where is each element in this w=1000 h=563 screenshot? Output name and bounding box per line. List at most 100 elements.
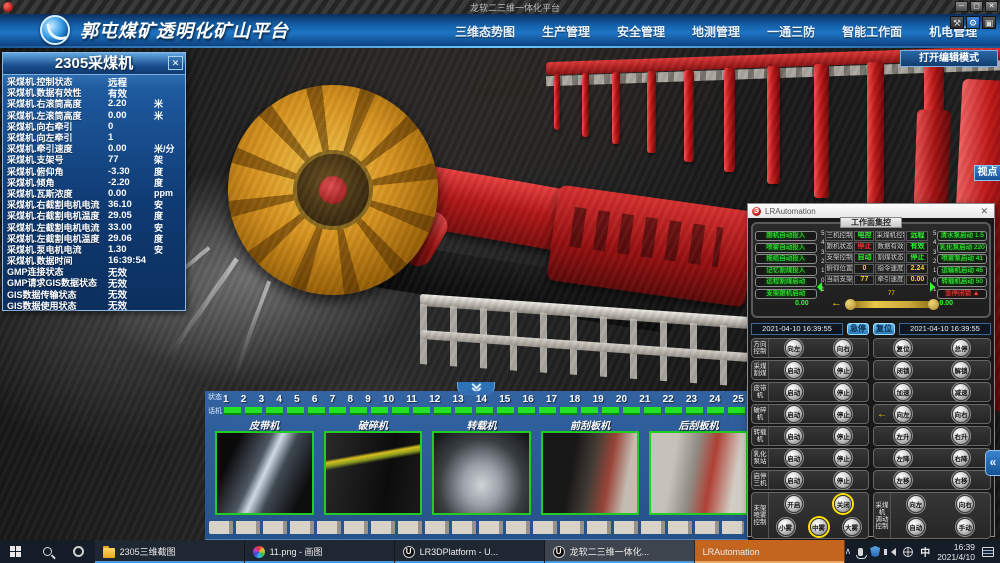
collapse-side-tab[interactable]: « [985, 450, 1000, 476]
control-button[interactable]: 左降 [894, 449, 912, 467]
control-button[interactable]: 启动 [785, 471, 803, 489]
control-button[interactable]: 右升 [952, 427, 970, 445]
search-button[interactable] [32, 540, 64, 563]
camera-thumbnail[interactable] [215, 431, 314, 515]
microphone-icon[interactable] [858, 548, 863, 556]
channel-indicator[interactable] [287, 407, 304, 415]
channel-indicator[interactable] [539, 407, 556, 415]
taskbar-app[interactable]: U LR3DPlatform - U... [395, 540, 545, 563]
command-button[interactable]: 清水泵启动 1.5 [937, 231, 987, 241]
command-button[interactable]: 乳化泵启动 220 [937, 243, 987, 253]
shearer-position-slider[interactable] [849, 301, 935, 308]
channel-indicator[interactable] [476, 407, 493, 415]
channel-indicator[interactable] [581, 407, 598, 415]
viewpoint-tab[interactable]: 视点 [974, 165, 1000, 181]
nav-item[interactable]: 生产管理 [542, 23, 590, 40]
edit-mode-button[interactable]: 打开编辑模式 [900, 50, 998, 67]
control-button[interactable]: 左移 [894, 471, 912, 489]
control-button[interactable]: 右移 [952, 471, 970, 489]
control-button[interactable]: 停止 [834, 361, 852, 379]
channel-indicator[interactable] [245, 407, 262, 415]
control-button[interactable]: 启动 [785, 383, 803, 401]
control-button[interactable]: 向左 [894, 405, 912, 423]
channel-indicator[interactable] [644, 407, 661, 415]
gear-icon[interactable]: ⚙ [966, 16, 980, 29]
control-button[interactable]: 加速 [894, 383, 912, 401]
taskbar-app[interactable]: 2305三维截图 [95, 540, 245, 563]
fullscreen-icon[interactable]: ▣ [982, 16, 996, 29]
channel-indicator[interactable] [623, 407, 640, 415]
nav-item[interactable]: 三维态势图 [455, 23, 515, 40]
command-button[interactable]: 喷雾自动投入 [755, 243, 817, 253]
control-button[interactable]: 停止 [834, 383, 852, 401]
channel-indicator[interactable] [686, 407, 703, 415]
channel-indicator[interactable] [266, 407, 283, 415]
control-button[interactable]: 减速 [952, 383, 970, 401]
control-button[interactable]: 左升 [894, 427, 912, 445]
channel-indicator[interactable] [224, 407, 241, 415]
taskbar-app[interactable]: Э LRAutomation [695, 540, 845, 563]
control-button[interactable]: 大雾 [843, 518, 861, 536]
camera-thumbnail[interactable] [324, 431, 423, 515]
channel-indicator[interactable] [602, 407, 619, 415]
channel-indicator[interactable] [329, 407, 346, 415]
channel-indicator[interactable] [728, 407, 745, 415]
panel-close-icon[interactable]: ✕ [168, 56, 183, 70]
lra-close-icon[interactable]: ✕ [978, 206, 990, 217]
minimize-icon[interactable]: ─ [955, 1, 968, 12]
nav-item[interactable]: 安全管理 [617, 23, 665, 40]
ime-indicator[interactable]: 中 [920, 544, 930, 559]
channel-indicator[interactable] [707, 407, 724, 415]
network-icon[interactable] [903, 547, 913, 557]
control-button[interactable]: 启动 [785, 361, 803, 379]
control-button[interactable]: 关闭 [834, 495, 852, 513]
control-button[interactable]: 复位 [894, 339, 912, 357]
control-button[interactable]: 向右 [952, 405, 970, 423]
control-button[interactable]: 向左 [907, 495, 925, 513]
cortana-button[interactable] [63, 540, 95, 563]
control-button[interactable]: 总停 [952, 339, 970, 357]
start-button[interactable] [0, 540, 32, 563]
nav-item[interactable]: 一通三防 [767, 23, 815, 40]
channel-indicator[interactable] [350, 407, 367, 415]
reset-button[interactable]: 复位 [873, 323, 895, 335]
notification-icon[interactable] [982, 547, 994, 557]
camera-thumbnail[interactable] [541, 431, 640, 515]
nav-item[interactable]: 智能工作面 [842, 23, 902, 40]
command-button[interactable]: 拖缆自动投入 [755, 254, 817, 264]
channel-indicator[interactable] [308, 407, 325, 415]
control-button[interactable]: 启动 [785, 405, 803, 423]
control-button[interactable]: 右降 [952, 449, 970, 467]
control-button[interactable]: 手动 [956, 518, 974, 536]
command-button[interactable]: 喷雾泵启动 41 [937, 254, 987, 264]
command-button[interactable]: 跟机自动投入 [755, 231, 817, 241]
taskbar-clock[interactable]: 16:39 2021/4/10 [937, 542, 975, 562]
filmstrip[interactable] [209, 521, 744, 534]
camera-thumbnail[interactable] [649, 431, 748, 515]
channel-indicator[interactable] [518, 407, 535, 415]
channel-indicator[interactable] [371, 407, 388, 415]
channel-indicator[interactable] [392, 407, 409, 415]
security-shield-icon[interactable] [870, 546, 880, 557]
channel-indicator[interactable] [665, 407, 682, 415]
control-button[interactable]: 中雾 [810, 518, 828, 536]
control-button[interactable]: 小雾 [777, 518, 795, 536]
control-button[interactable]: 停止 [834, 449, 852, 467]
channel-indicator[interactable] [560, 407, 577, 415]
channel-indicator[interactable] [497, 407, 514, 415]
speaker-icon[interactable] [887, 548, 896, 556]
control-button[interactable]: 启动 [785, 427, 803, 445]
command-button[interactable]: 运输机启动 45 [937, 266, 987, 276]
channel-indicator[interactable] [455, 407, 472, 415]
close-icon[interactable]: ✕ [985, 1, 998, 12]
command-button[interactable]: 转载机启动 50 [937, 277, 987, 287]
channel-indicator[interactable] [413, 407, 430, 415]
taskbar-app[interactable]: U 龙软二三维一体化... [545, 540, 695, 563]
camera-thumbnail[interactable] [432, 431, 531, 515]
control-button[interactable]: 向左 [785, 339, 803, 357]
control-button[interactable]: 向右 [834, 339, 852, 357]
control-button[interactable]: 自动 [907, 518, 925, 536]
command-button[interactable]: 记忆割煤投入 [755, 266, 817, 276]
estop-button[interactable]: 急停 [847, 323, 869, 335]
channel-indicator[interactable] [434, 407, 451, 415]
